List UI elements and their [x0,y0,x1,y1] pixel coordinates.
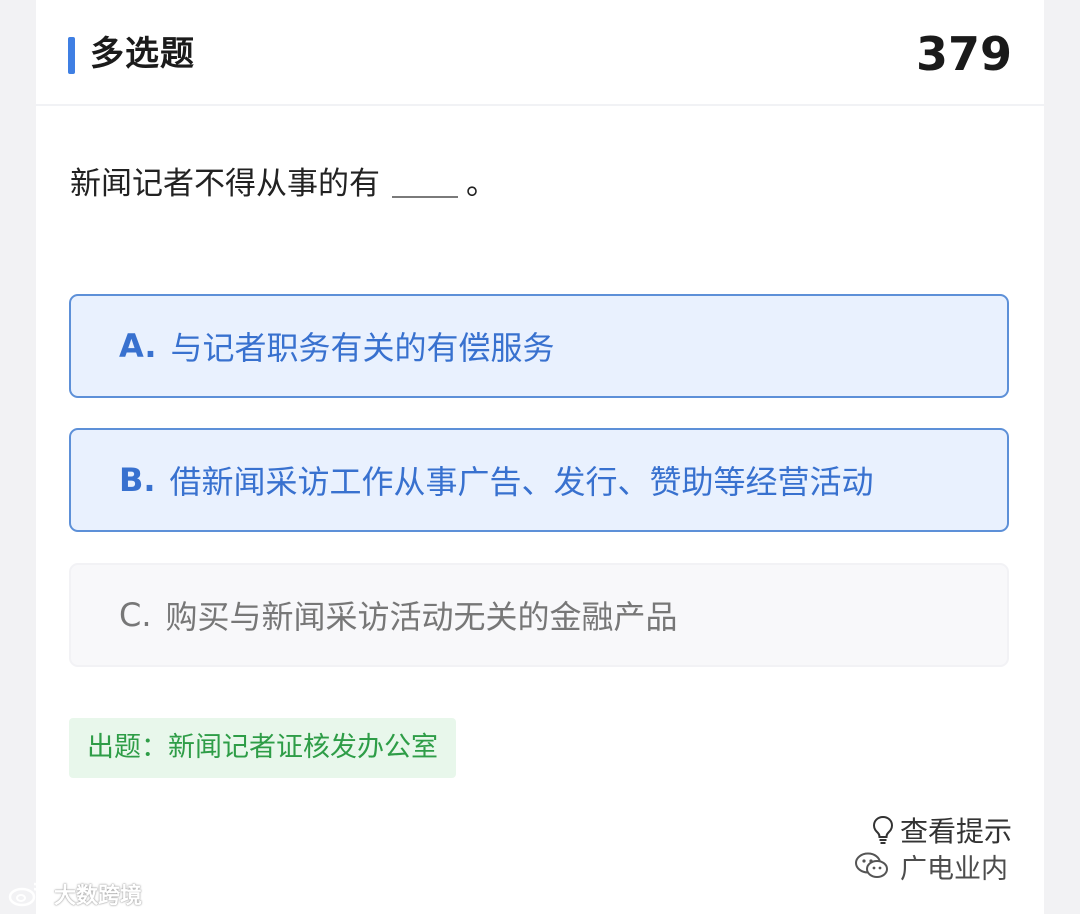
account-name: 广电业内 [900,853,1008,885]
view-hint-label: 查看提示 [899,815,1012,848]
option-letter: C. [119,596,152,634]
question-suffix: 。 [466,166,497,202]
option-text: 与记者职务有关的有偿服务 [170,329,555,367]
question-card: 多选题 379 新闻记者不得从事的有 。 A. 与记者职务有关的有偿服务 B. 借… [36,0,1044,914]
option-text: 借新闻采访工作从事广告、发行、赞助等经营活动 [169,463,874,501]
title-accent-bar [68,37,75,74]
weibo-icon [8,882,45,907]
question-number: 379 [915,27,1012,81]
option-b[interactable]: B. 借新闻采访工作从事广告、发行、赞助等经营活动 [69,428,1009,532]
platform-watermark: 大数跨境 [8,876,142,912]
wechat-icon [855,852,888,878]
lightbulb-icon [872,815,893,844]
option-letter: B. [119,461,156,499]
platform-name: 大数跨境 [54,884,143,909]
question-stem: 新闻记者不得从事的有 [70,166,380,202]
account-watermark: 广电业内 [854,846,1008,886]
option-letter: A. [119,327,157,365]
answer-blank [392,166,458,198]
option-text: 购买与新闻采访活动无关的金融产品 [165,598,678,636]
question-header: 多选题 379 [36,0,1044,106]
option-a[interactable]: A. 与记者职务有关的有偿服务 [69,294,1009,398]
question-type-title: 多选题 [90,34,195,74]
question-text: 新闻记者不得从事的有 。 [70,160,497,208]
option-c[interactable]: C. 购买与新闻采访活动无关的金融产品 [69,563,1009,667]
source-badge: 出题：新闻记者证核发办公室 [69,718,456,778]
